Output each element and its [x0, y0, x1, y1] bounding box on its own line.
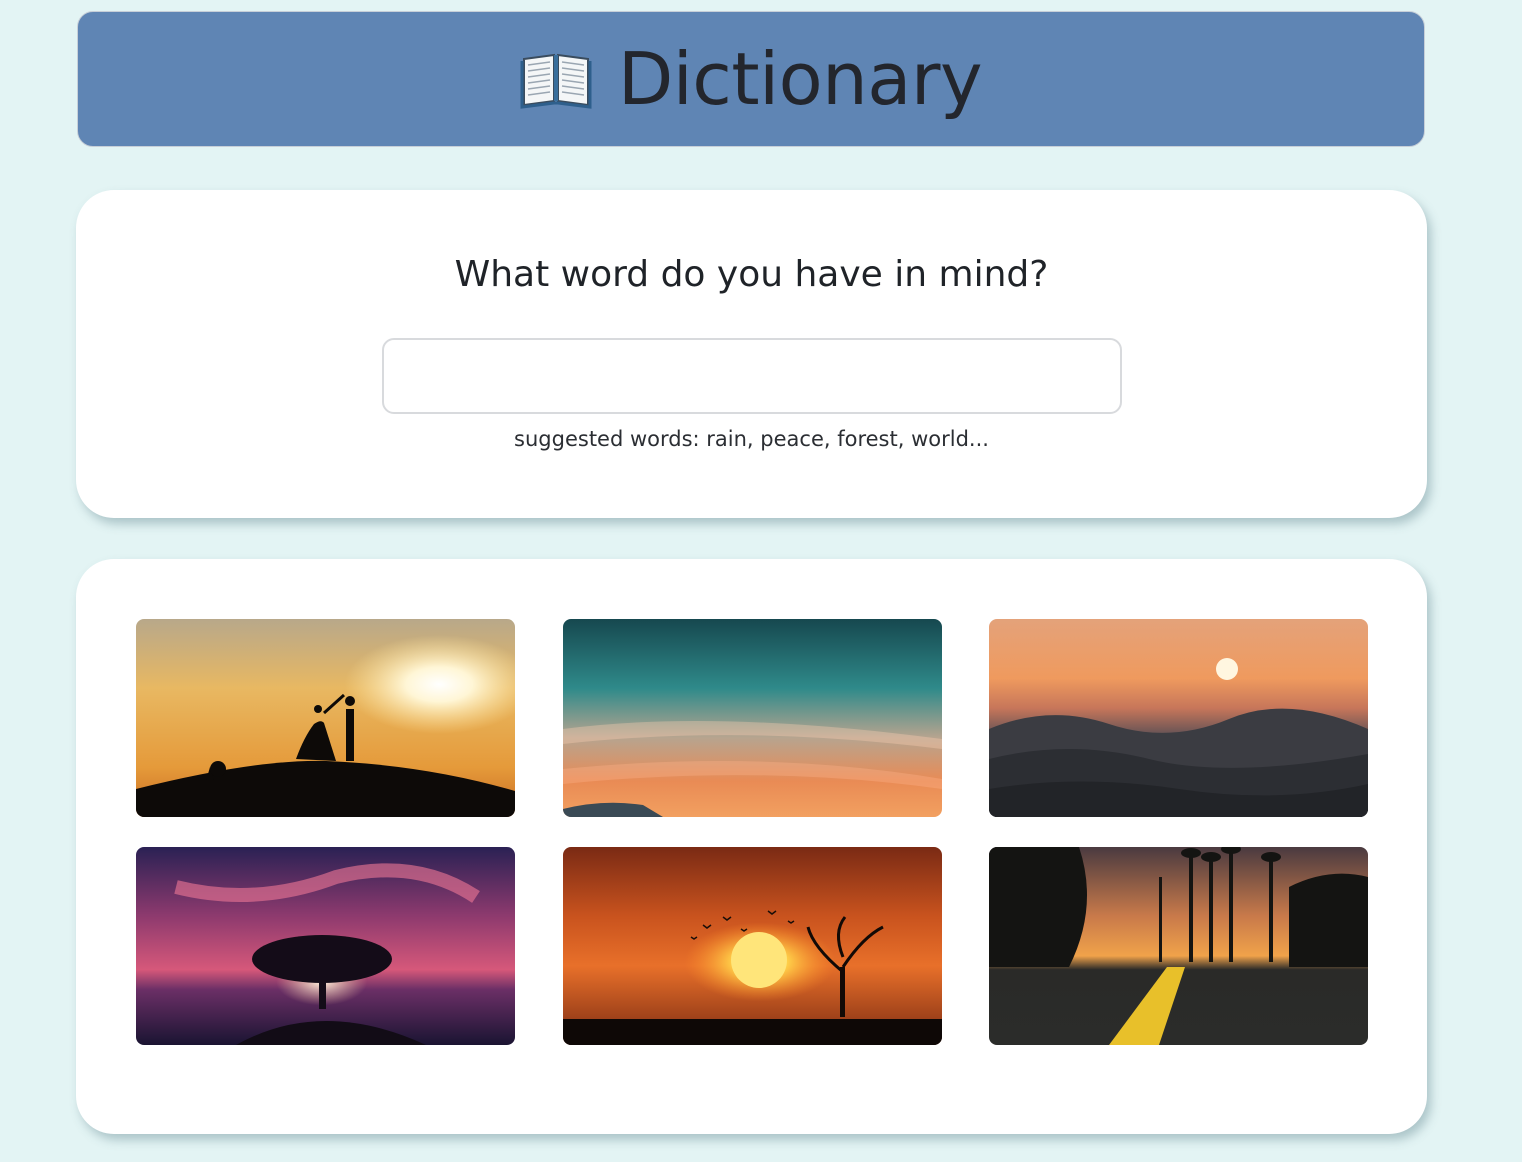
gallery-photo [989, 619, 1368, 817]
app-title: Dictionary [617, 37, 983, 121]
gallery-photo [563, 847, 942, 1045]
image-gallery [76, 559, 1427, 1134]
search-section: What word do you have in mind? suggested… [76, 190, 1427, 518]
suggested-words: suggested words: rain, peace, forest, wo… [514, 427, 989, 451]
app-header: Dictionary [77, 11, 1425, 147]
gallery-photo [136, 619, 515, 817]
gallery-photo [136, 847, 515, 1045]
search-input[interactable] [382, 338, 1122, 414]
open-book-icon [520, 49, 592, 109]
gallery-photo [563, 619, 942, 817]
search-prompt: What word do you have in mind? [454, 254, 1049, 295]
gallery-photo [989, 847, 1368, 1045]
